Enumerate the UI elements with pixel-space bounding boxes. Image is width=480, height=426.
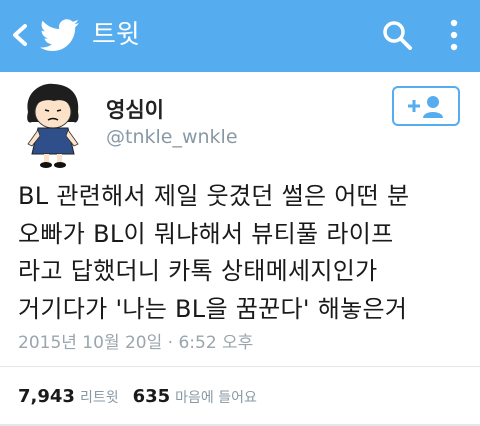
page-title: 트윗 xyxy=(92,20,140,50)
retweet-label[interactable]: 리트윗 xyxy=(80,390,119,406)
tweet-timestamp: 2015년 10월 20일 · 6:52 오후 xyxy=(18,333,254,353)
more-vertical-icon[interactable] xyxy=(446,17,462,53)
like-label[interactable]: 마음에 들어요 xyxy=(175,390,257,406)
divider xyxy=(0,366,480,367)
tweet-line: BL 관련해서 제일 웃겼던 썰은 어떤 분 xyxy=(18,182,410,210)
add-user-icon xyxy=(408,96,443,118)
cartoon-girl-avatar[interactable] xyxy=(18,82,86,168)
back-chevron-icon[interactable] xyxy=(10,23,30,47)
tweet-line: 라고 답했더니 카톡 상태메세지인가 xyxy=(18,257,378,285)
search-icon[interactable] xyxy=(382,20,412,50)
tweet-stats: 7,943 리트윗 635 마음에 들어요 xyxy=(18,386,257,407)
author-name[interactable]: 영심이 xyxy=(106,94,164,124)
top-app-bar: 트윗 xyxy=(0,0,480,72)
retweet-count[interactable]: 7,943 xyxy=(18,386,75,407)
tweet-text: BL 관련해서 제일 웃겼던 썰은 어떤 분 오빠가 BL이 뭐냐해서 뷰티풀 … xyxy=(18,178,470,328)
tweet-line: 오빠가 BL이 뭐냐해서 뷰티풀 라이프 xyxy=(18,219,394,248)
follow-button[interactable] xyxy=(392,86,460,126)
twitter-bird-icon xyxy=(40,19,79,51)
like-count[interactable]: 635 xyxy=(133,386,171,407)
author-handle[interactable]: @tnkle_wnkle xyxy=(106,126,238,148)
tweet-line: 거기다가 '나는 BL을 꿈꾼다' 해놓은거 xyxy=(18,294,408,323)
